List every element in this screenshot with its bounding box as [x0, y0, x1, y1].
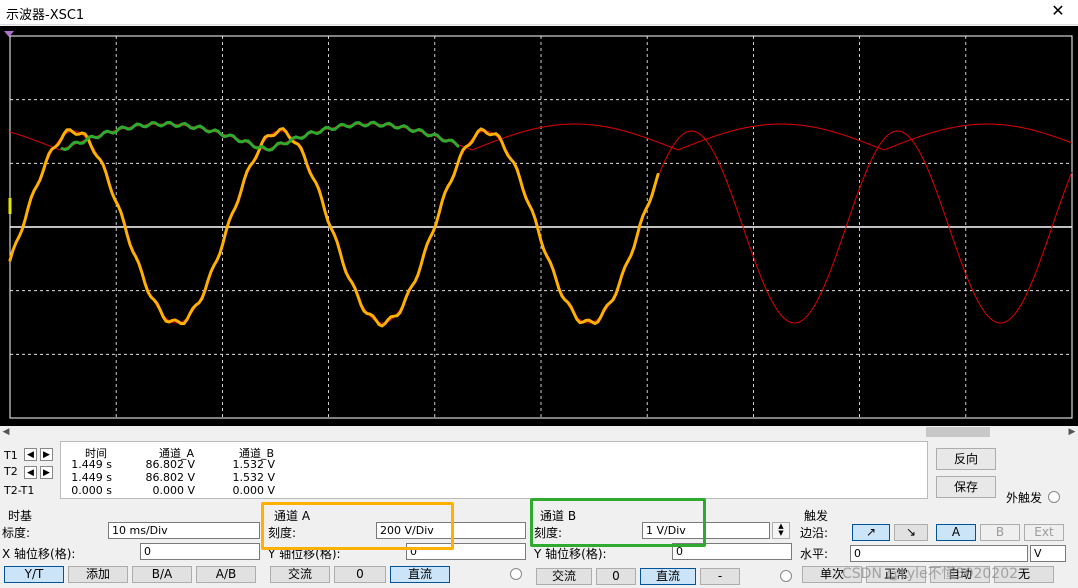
- mode-add-button[interactable]: 添加: [68, 566, 128, 583]
- x-offset-field[interactable]: 0: [140, 543, 260, 560]
- t2-left-arrow-icon[interactable]: ◀: [24, 466, 37, 479]
- channel-a-dc-button[interactable]: 直流: [390, 566, 450, 583]
- trigger-edge-label: 边沿:: [800, 526, 829, 540]
- timebase-section: 时基 标度: 10 ms/Div X 轴位移(格): 0 Y/T 添加 B/A …: [0, 505, 264, 588]
- channel-b-scale-spinner-icon[interactable]: ▲ ▼: [772, 522, 790, 539]
- external-trigger-label: 外触发: [1006, 491, 1043, 505]
- rising-edge-icon[interactable]: ↗: [852, 524, 890, 541]
- watermark: CSDN @Lyle不懂3020202: [842, 566, 1019, 582]
- channel-a-radio[interactable]: [510, 568, 522, 580]
- mode-ba-button[interactable]: B/A: [132, 566, 192, 583]
- channel-b-zero-button[interactable]: 0: [596, 568, 636, 585]
- title-bar: 示波器-XSC1 ✕: [0, 0, 1078, 25]
- scroll-right-icon[interactable]: ▶: [1066, 426, 1078, 438]
- channel-b-ac-button[interactable]: 交流: [536, 568, 592, 585]
- trigger-level-label: 水平:: [800, 547, 829, 561]
- mode-ab-button[interactable]: A/B: [196, 566, 256, 583]
- t1-ch-a: 86.802 V: [145, 458, 195, 471]
- t2-right-arrow-icon[interactable]: ▶: [40, 466, 53, 479]
- cursor-label-t2-t1: T2-T1: [4, 484, 35, 497]
- oscilloscope-screen: [0, 26, 1078, 426]
- channel-b-dc-button[interactable]: 直流: [640, 568, 696, 585]
- channel-a-zero-button[interactable]: 0: [334, 566, 386, 583]
- trigger-source-a-button[interactable]: A: [936, 524, 976, 541]
- trigger-title: 触发: [804, 509, 829, 523]
- t2-ch-a: 86.802 V: [145, 471, 195, 484]
- external-trigger-radio[interactable]: [1048, 491, 1060, 503]
- horizontal-scrollbar[interactable]: ◀ ▶: [0, 426, 1078, 438]
- dt-ch-b: 0.000 V: [232, 484, 275, 497]
- channel-a-ac-button[interactable]: 交流: [270, 566, 330, 583]
- cursor-readout-table: 时间 通道_A 通道_B 1.449 s 86.802 V 1.532 V 1.…: [60, 441, 928, 499]
- green-annotation-stroke: [60, 120, 460, 152]
- t2-ch-b: 1.532 V: [232, 471, 275, 484]
- cursor-label-t2: T2: [4, 465, 18, 478]
- trigger-level-field[interactable]: 0: [850, 545, 1028, 562]
- t1-ch-b: 1.532 V: [232, 458, 275, 471]
- green-highlight-box: [530, 498, 706, 547]
- t2-time: 1.449 s: [71, 471, 112, 484]
- waveform-display: [4, 31, 1073, 419]
- timebase-scale-field[interactable]: 10 ms/Div: [108, 522, 260, 539]
- t1-right-arrow-icon[interactable]: ▶: [40, 448, 53, 461]
- dt-ch-a: 0.000 V: [152, 484, 195, 497]
- trigger-source-b-button[interactable]: B: [980, 524, 1020, 541]
- trigger-level-unit[interactable]: V: [1030, 545, 1066, 562]
- close-icon[interactable]: ✕: [1048, 1, 1068, 20]
- t1-time: 1.449 s: [71, 458, 112, 471]
- save-button[interactable]: 保存: [936, 476, 996, 498]
- scroll-left-icon[interactable]: ◀: [0, 426, 12, 438]
- orange-highlight-box: [261, 502, 454, 550]
- falling-edge-icon[interactable]: ↘: [894, 524, 928, 541]
- t1-left-arrow-icon[interactable]: ◀: [24, 448, 37, 461]
- channel-b-minus-button[interactable]: -: [700, 568, 740, 585]
- timebase-scale-label: 标度:: [2, 526, 31, 540]
- cursor-readout-panel: T1 ◀ ▶ T2 ◀ ▶ T2-T1 时间 通道_A 通道_B 1.449 s…: [0, 440, 1078, 505]
- trigger-source-ext-button[interactable]: Ext: [1024, 524, 1064, 541]
- reverse-button[interactable]: 反向: [936, 448, 996, 470]
- channel-b-y-offset-label: Y 轴位移(格):: [534, 547, 607, 561]
- dt-time: 0.000 s: [71, 484, 112, 497]
- scroll-thumb[interactable]: [926, 427, 990, 437]
- window-title: 示波器-XSC1: [6, 8, 85, 23]
- x-offset-label: X 轴位移(格):: [2, 547, 76, 561]
- cursor-label-t1: T1: [4, 449, 18, 462]
- mode-yt-button[interactable]: Y/T: [4, 566, 64, 583]
- channel-b-radio[interactable]: [780, 570, 792, 582]
- timebase-title: 时基: [8, 509, 33, 523]
